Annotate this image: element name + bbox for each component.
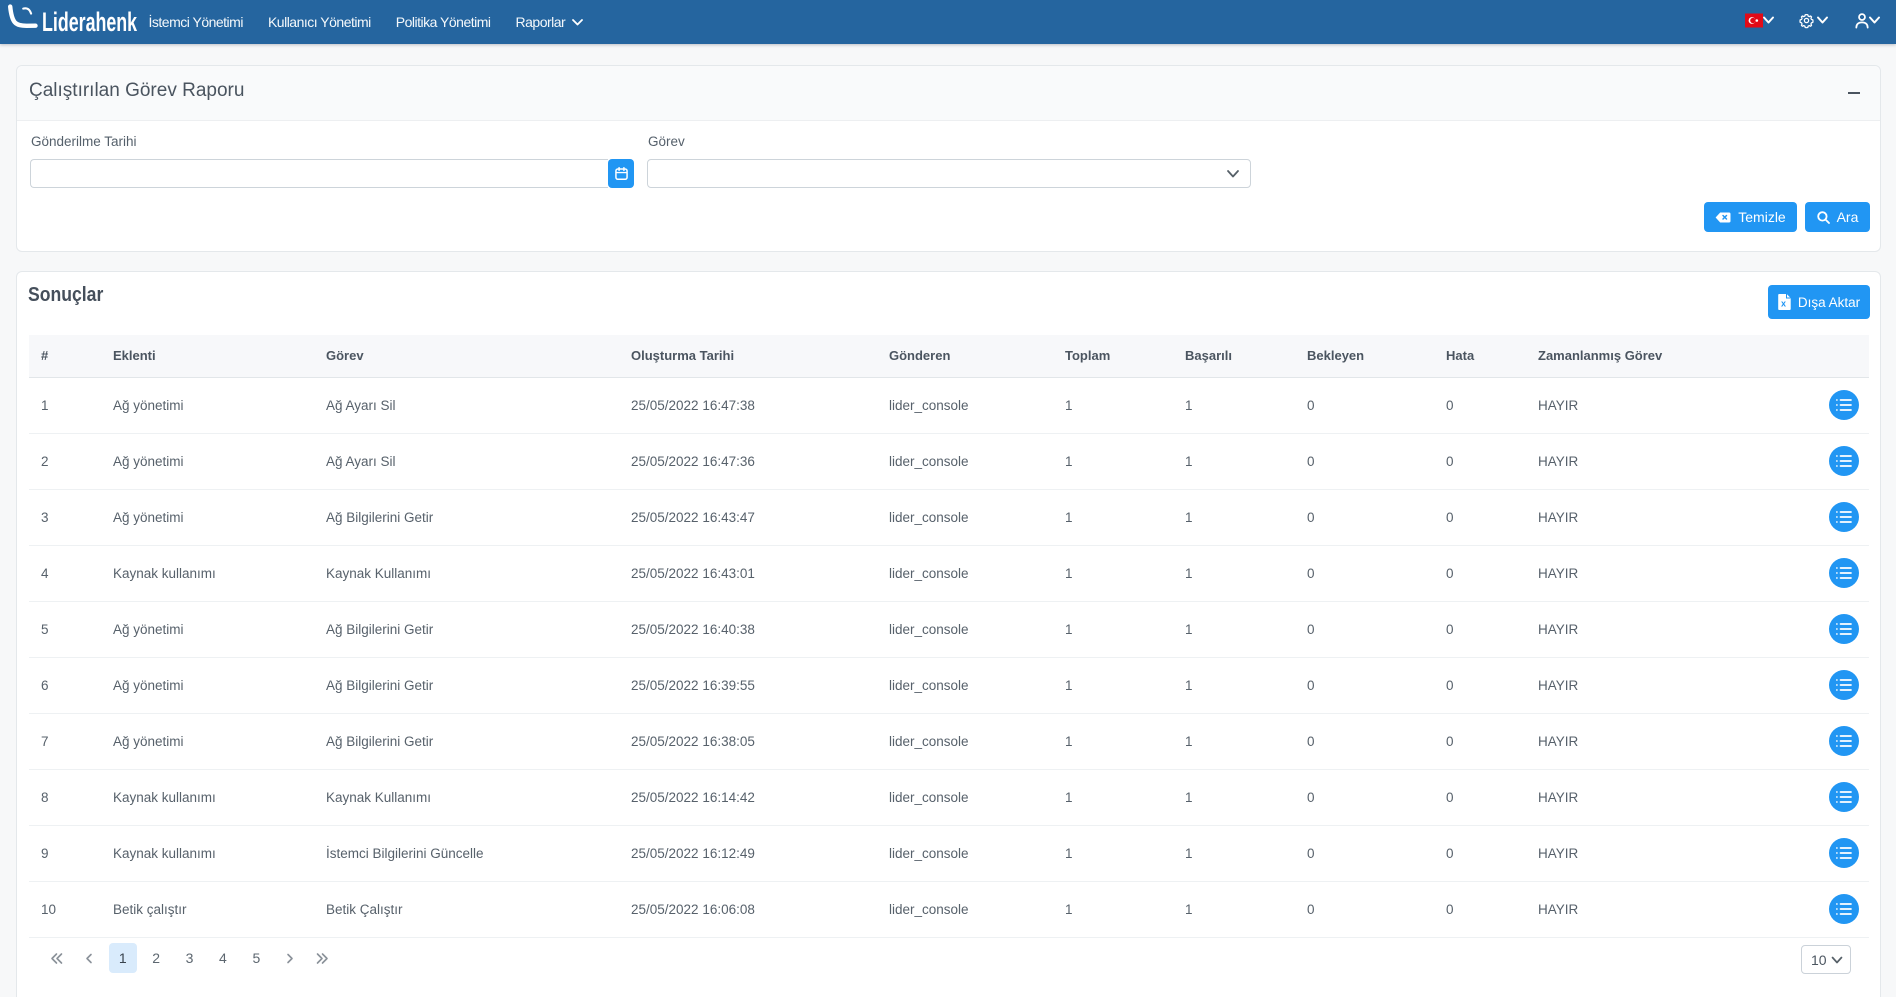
svg-text:x: x — [1781, 299, 1786, 309]
